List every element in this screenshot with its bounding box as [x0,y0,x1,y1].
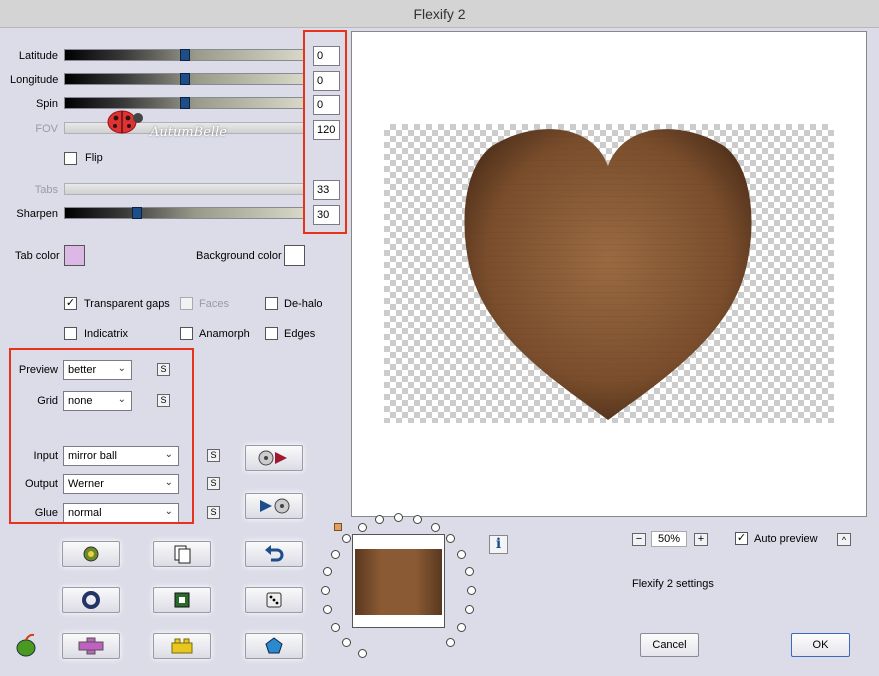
input-s-button[interactable]: S [207,449,220,462]
sharpen-slider-thumb[interactable] [132,207,142,219]
disc-play-icon [258,450,287,466]
ring-icon [82,591,100,609]
output-browse-button[interactable] [245,493,303,519]
info-button[interactable]: i [489,535,508,554]
dial-dot[interactable] [331,550,340,559]
indicatrix-checkbox[interactable] [64,327,77,340]
faces-checkbox [180,297,193,310]
dice-button[interactable] [245,587,303,613]
highlight-box-values [303,30,347,234]
dial-dot[interactable] [323,605,332,614]
longitude-slider-thumb[interactable] [180,73,190,85]
input-browse-button[interactable] [245,445,303,471]
watermark-text: AutumBelle [150,125,227,140]
play-disc-icon [260,498,290,514]
pentagon-icon [265,637,283,654]
tabs-slider [64,183,304,195]
dial-dot[interactable] [331,623,340,632]
dial-dot[interactable] [413,515,422,524]
tab-color-swatch[interactable] [64,245,85,266]
dial-dot[interactable] [457,550,466,559]
faces-label: Faces [199,298,229,310]
copy-button[interactable] [153,541,211,567]
zoom-in-button[interactable]: + [694,533,708,546]
cube-button[interactable] [153,587,211,613]
ok-button[interactable]: OK [791,633,850,657]
block-button[interactable] [153,633,211,659]
undo-button[interactable] [245,541,303,567]
anamorph-checkbox[interactable] [180,327,193,340]
dial-dot[interactable] [446,534,455,543]
zoom-out-button[interactable]: − [632,533,646,546]
dial-dot[interactable] [358,523,367,532]
sphere-button[interactable] [62,587,120,613]
flaming-pear-logo-icon [16,633,36,657]
latitude-slider-thumb[interactable] [180,49,190,61]
window-title: Flexify 2 [0,0,879,28]
dial-dot[interactable] [457,623,466,632]
edges-checkbox[interactable] [265,327,278,340]
dial-dot[interactable] [358,649,367,658]
plus-shape-icon [78,637,104,655]
dial-dot[interactable] [465,567,474,576]
dial-dot[interactable] [342,534,351,543]
copy-pages-icon [174,545,191,564]
fov-label: FOV [35,123,58,135]
indicatrix-label: Indicatrix [84,328,129,340]
zoom-level: 50% [651,531,687,547]
latitude-label: Latitude [18,50,58,62]
pentagon-button[interactable] [245,633,303,659]
anamorph-label: Anamorph [199,328,250,340]
auto-preview-label: Auto preview [754,533,818,545]
dehalo-checkbox[interactable] [265,297,278,310]
dial-dot[interactable] [446,638,455,647]
randomize-button[interactable] [62,541,120,567]
dial-dot[interactable] [342,638,351,647]
dial-dot[interactable] [431,523,440,532]
sharpen-label: Sharpen [16,208,58,220]
sharpen-slider[interactable] [64,207,304,219]
dial-dot[interactable] [467,586,476,595]
background-color-label: Background color [196,250,282,262]
settings-name-label: Flexify 2 settings [632,578,714,590]
tabs-label: Tabs [34,184,58,196]
undo-arrow-icon [265,545,284,562]
thumbnail-image [355,549,442,615]
collapse-up-button[interactable]: ^ [837,533,851,546]
edges-label: Edges [284,328,316,340]
dehalo-label: De-halo [284,298,323,310]
dial-dot[interactable] [321,586,330,595]
tab-color-label: Tab color [15,250,60,262]
background-color-swatch[interactable] [284,245,305,266]
cancel-button[interactable]: Cancel [640,633,699,657]
preview-thumbnail[interactable] [352,534,445,628]
flip-label: Flip [85,152,103,164]
lego-brick-icon [171,638,193,654]
heart-preview-image [464,129,752,420]
glue-s-button[interactable]: S [207,506,220,519]
dial-dot[interactable] [465,605,474,614]
highlight-box-modes [9,348,194,524]
dial-dot[interactable] [375,515,384,524]
spin-label: Spin [35,98,58,110]
latitude-slider[interactable] [64,49,304,61]
wrench-cog-icon [83,546,99,562]
dial-dot[interactable] [394,513,403,522]
transparent-gaps-checkbox[interactable]: ✓ [64,297,77,310]
auto-preview-checkbox[interactable]: ✓ [735,532,748,545]
output-s-button[interactable]: S [207,477,220,490]
cross-button[interactable] [62,633,120,659]
longitude-label: Longitude [10,74,59,86]
dial-origin-marker[interactable] [334,523,342,531]
flip-checkbox[interactable] [64,152,77,165]
longitude-slider[interactable] [64,73,304,85]
transparent-gaps-label: Transparent gaps [84,298,170,310]
dice-icon [266,592,282,608]
square-frame-icon [174,592,190,608]
dial-dot[interactable] [323,567,332,576]
